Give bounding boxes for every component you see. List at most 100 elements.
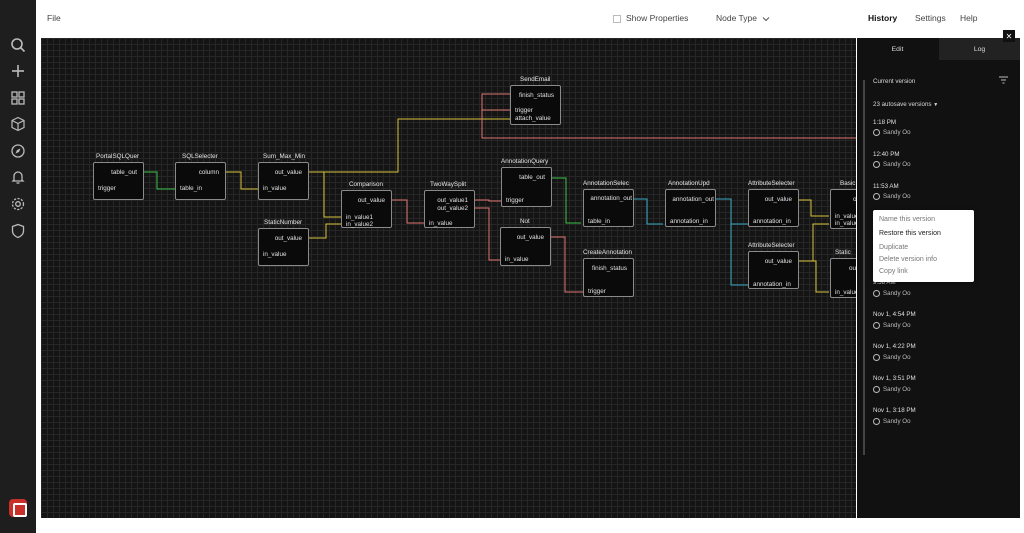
- node-static[interactable]: ou in_value: [830, 258, 856, 298]
- panel-scrollbar[interactable]: [863, 80, 865, 455]
- port-in[interactable]: in_value: [505, 256, 528, 263]
- port-in[interactable]: trigger: [588, 288, 606, 295]
- version-time[interactable]: 12:40 PM: [873, 151, 899, 158]
- node-title: SQLSelecter: [182, 153, 218, 160]
- chevron-down-icon[interactable]: [762, 15, 770, 23]
- port-out[interactable]: out_value: [275, 169, 302, 176]
- port-out[interactable]: ou: [849, 265, 856, 272]
- user-icon: [873, 386, 880, 393]
- port-in[interactable]: in_value: [835, 220, 856, 227]
- version-time[interactable]: Nov 1, 3:51 PM: [873, 375, 916, 382]
- show-properties-label[interactable]: Show Properties: [626, 13, 688, 23]
- history-link[interactable]: History: [868, 13, 897, 23]
- filter-icon[interactable]: [999, 76, 1008, 84]
- node-sum-max-min[interactable]: out_value in_value: [258, 162, 309, 200]
- port-in[interactable]: in_value1: [346, 214, 373, 221]
- node-static-number[interactable]: out_value in_value: [258, 228, 309, 266]
- port-in[interactable]: table_in: [588, 218, 610, 225]
- node-attribute-selecter[interactable]: out_value annotation_in: [748, 189, 799, 227]
- node-basic[interactable]: o in_value in_value: [830, 189, 856, 229]
- node-type-dropdown[interactable]: Node Type: [716, 13, 757, 23]
- port-out[interactable]: finish_status: [519, 92, 554, 99]
- version-user: Sandy Oo: [873, 418, 911, 425]
- port-in[interactable]: annotation_in: [753, 281, 791, 288]
- menu-item-delete-version-info[interactable]: Delete version info: [879, 256, 937, 263]
- version-user-name: Sandy Oo: [883, 290, 911, 297]
- port-in[interactable]: in_value: [263, 251, 286, 258]
- port-out[interactable]: annotation_out: [590, 195, 632, 202]
- menu-item-name-version[interactable]: Name this version: [879, 216, 935, 223]
- autosave-versions-toggle[interactable]: 23 autosave versions ▼: [873, 101, 938, 108]
- port-out[interactable]: o: [853, 196, 856, 203]
- version-time[interactable]: Nov 1, 4:22 PM: [873, 343, 916, 350]
- dashboard-icon[interactable]: [9, 89, 27, 107]
- port-in[interactable]: trigger: [515, 107, 533, 114]
- version-time[interactable]: Nov 1, 3:18 PM: [873, 407, 916, 414]
- port-in[interactable]: attach_value: [515, 115, 551, 122]
- gear-icon[interactable]: [9, 195, 27, 213]
- search-icon[interactable]: [9, 36, 27, 54]
- node-annotation-update[interactable]: annotation_out annotation_in: [665, 189, 716, 227]
- node-title: AttributeSelecter: [748, 242, 795, 249]
- port-out[interactable]: out_value2: [437, 205, 468, 212]
- port-in[interactable]: in_value: [835, 289, 856, 296]
- port-in[interactable]: trigger: [506, 197, 524, 204]
- node-title: Basic: [840, 180, 856, 187]
- port-in[interactable]: in_value2: [346, 221, 373, 228]
- node-title: StaticNumber: [264, 219, 303, 226]
- version-user-name: Sandy Oo: [883, 129, 911, 136]
- port-in[interactable]: annotation_in: [670, 218, 708, 225]
- port-out[interactable]: out_value: [765, 258, 792, 265]
- node-send-email[interactable]: finish_status trigger attach_value: [510, 85, 561, 125]
- user-icon: [873, 322, 880, 329]
- help-link[interactable]: Help: [960, 13, 977, 23]
- add-icon[interactable]: [9, 62, 27, 80]
- port-out[interactable]: table_out: [111, 169, 137, 176]
- port-in[interactable]: in_value: [263, 185, 286, 192]
- left-sidebar: [0, 0, 36, 533]
- port-out[interactable]: out_value: [275, 235, 302, 242]
- menu-item-restore-version[interactable]: Restore this version: [879, 230, 941, 237]
- port-in[interactable]: trigger: [98, 185, 116, 192]
- node-title: PortalSQLQuer: [96, 153, 140, 160]
- version-user-name: Sandy Oo: [883, 386, 911, 393]
- version-time[interactable]: Nov 1, 4:54 PM: [873, 311, 916, 318]
- node-attribute-selecter[interactable]: out_value annotation_in: [748, 251, 799, 289]
- workflow-canvas[interactable]: PortalSQLQuer table_out trigger SQLSelec…: [41, 38, 856, 518]
- show-properties-checkbox[interactable]: [613, 15, 621, 23]
- node-not[interactable]: out_value in_value: [500, 227, 551, 266]
- node-create-annotation[interactable]: finish_status trigger: [583, 258, 634, 297]
- port-out[interactable]: out_value: [517, 234, 544, 241]
- port-out[interactable]: table_out: [519, 174, 545, 181]
- compass-icon[interactable]: [9, 142, 27, 160]
- menu-item-copy-link[interactable]: Copy link: [879, 268, 908, 275]
- version-time[interactable]: 11:53 AM: [873, 183, 899, 190]
- version-user: Sandy Oo: [873, 129, 911, 136]
- port-out[interactable]: out_value1: [437, 197, 468, 204]
- node-comparison[interactable]: out_value in_value1 in_value2: [341, 190, 392, 228]
- port-in[interactable]: table_in: [180, 185, 202, 192]
- port-out[interactable]: annotation_out: [672, 196, 714, 203]
- settings-link[interactable]: Settings: [915, 13, 946, 23]
- node-two-way-split[interactable]: out_value1 out_value2 in_value: [424, 190, 475, 228]
- port-in[interactable]: annotation_in: [753, 218, 791, 225]
- port-out[interactable]: out_value: [358, 197, 385, 204]
- shield-icon[interactable]: [9, 222, 27, 240]
- tab-edit[interactable]: Edit: [857, 38, 938, 60]
- current-version-label[interactable]: Current version: [873, 78, 915, 85]
- menu-item-duplicate[interactable]: Duplicate: [879, 244, 908, 251]
- close-icon[interactable]: ✕: [1003, 30, 1015, 42]
- file-menu[interactable]: File: [47, 13, 61, 23]
- node-annotation-query[interactable]: table_out trigger: [501, 167, 552, 207]
- node-portal-sql-query[interactable]: table_out trigger: [93, 162, 144, 200]
- port-out[interactable]: column: [199, 169, 219, 176]
- node-sql-selecter[interactable]: column table_in: [175, 162, 226, 200]
- version-time[interactable]: 1:18 PM: [873, 119, 896, 126]
- node-annotation-selecter[interactable]: annotation_out table_in: [583, 189, 634, 227]
- port-out[interactable]: out_value: [765, 196, 792, 203]
- bell-icon[interactable]: [9, 168, 27, 186]
- port-in[interactable]: in_value: [429, 220, 452, 227]
- port-out[interactable]: finish_status: [592, 265, 627, 272]
- port-in[interactable]: in_value: [835, 213, 856, 220]
- package-icon[interactable]: [9, 115, 27, 133]
